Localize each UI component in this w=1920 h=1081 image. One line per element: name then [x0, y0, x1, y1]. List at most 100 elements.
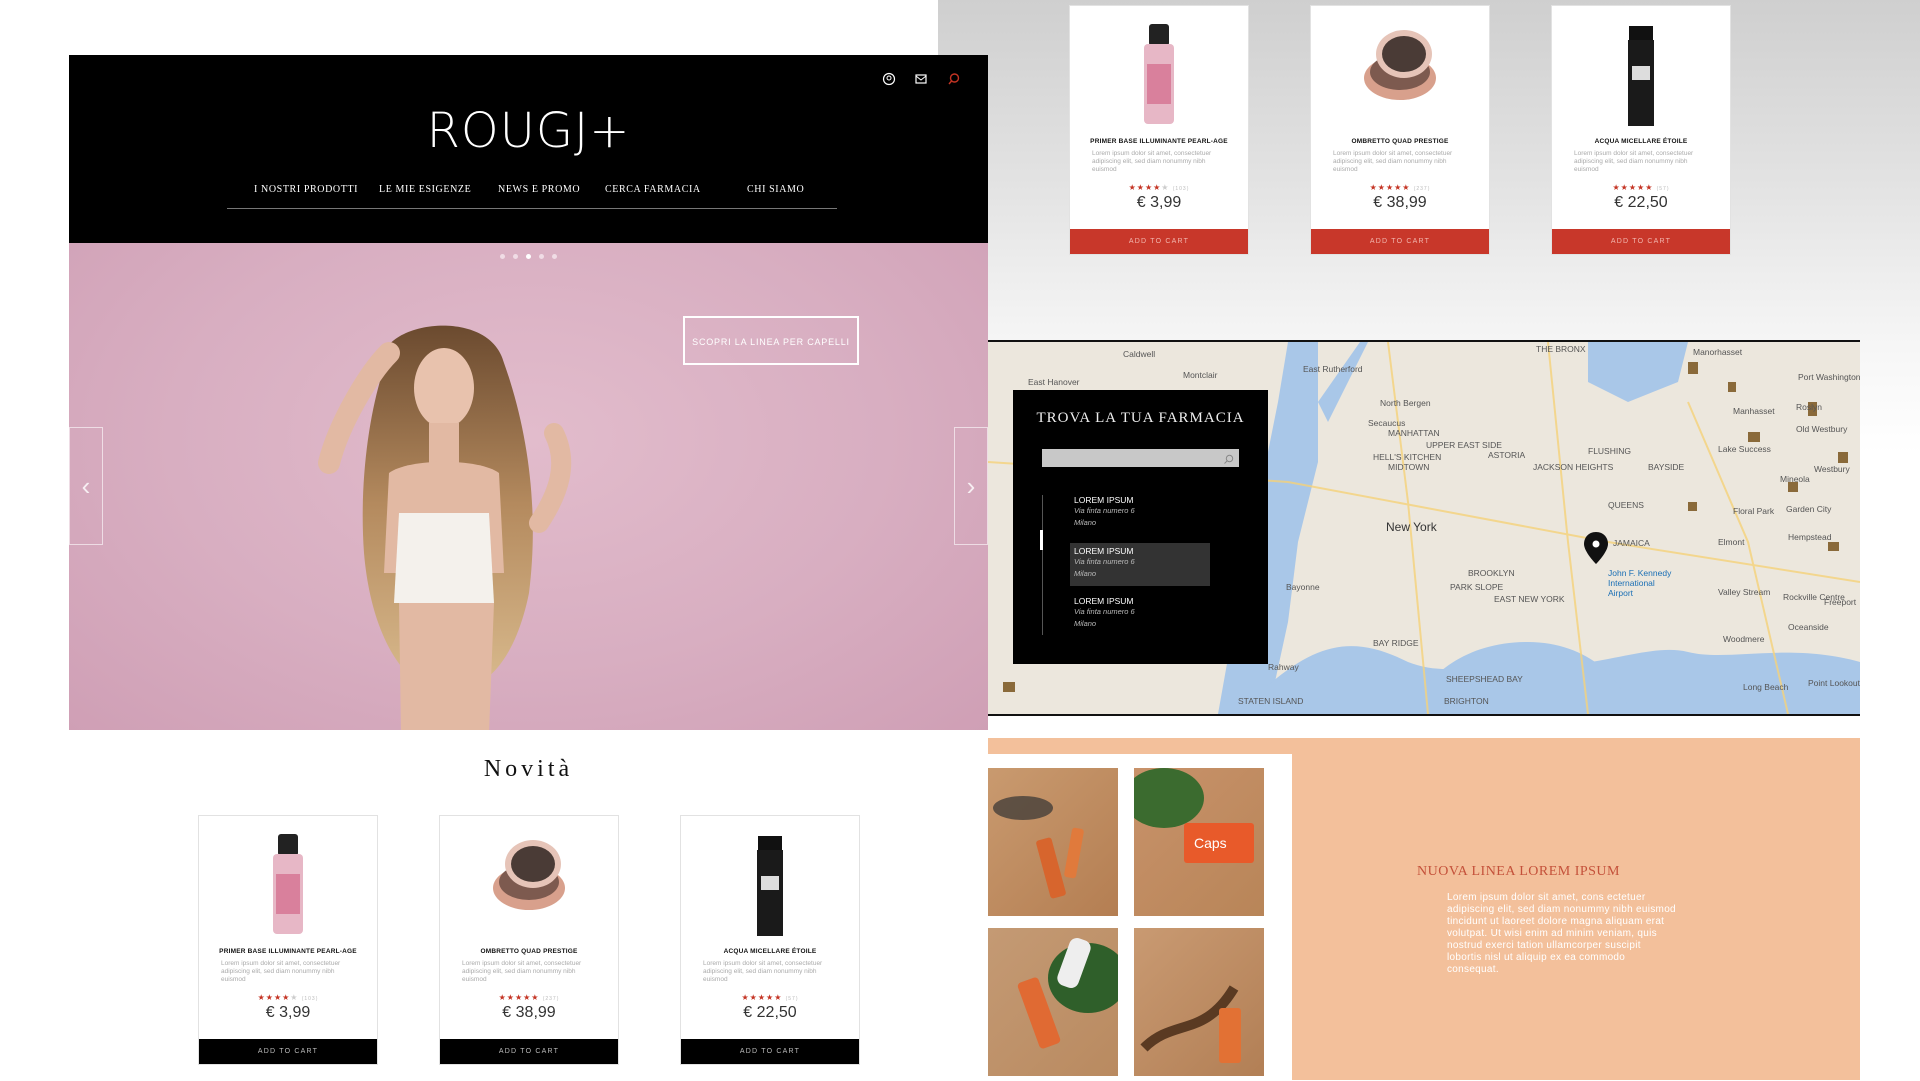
slider-dot[interactable] [552, 254, 557, 259]
product-card[interactable]: ACQUA MICELLARE ÉTOILE Lorem ipsum dolor… [1551, 5, 1731, 255]
nav-item-news[interactable]: NEWS E PROMO [498, 184, 580, 195]
map-label: Hempstead [1788, 532, 1832, 542]
map-label: ASTORIA [1488, 450, 1526, 460]
rating-count: (57) [785, 996, 799, 1002]
map-label: SHEEPSHEAD BAY [1446, 674, 1523, 684]
product-rating: ★★★★★ (237) [1369, 183, 1431, 192]
pharmacy-list-item[interactable]: LOREM IPSUM Via finta numero 6 Milano [1070, 593, 1210, 636]
slider-dot[interactable] [513, 254, 518, 259]
rating-count: (103) [1172, 186, 1190, 192]
search-icon[interactable] [1223, 452, 1234, 470]
product-name: PRIMER BASE ILLUMINANTE PEARL-AGE [219, 948, 357, 955]
product-card[interactable]: ACQUA MICELLARE ÉTOILE Lorem ipsum dolor… [680, 815, 860, 1065]
map-label: Mineola [1780, 474, 1810, 484]
map-label: Secaucus [1368, 418, 1406, 428]
product-description: Lorem ipsum dolor sit amet, consectetuer… [703, 960, 823, 983]
product-image-eyeshadow [1364, 30, 1436, 100]
map-label: UPPER EAST SIDE [1426, 440, 1502, 450]
pharmacy-finder-panel: TROVA LA TUA FARMACIA LOREM IPSUM Via fi… [1013, 390, 1268, 664]
cart-icon[interactable] [914, 72, 928, 86]
rating-count: (57) [1656, 186, 1670, 192]
map-label: Elmont [1718, 537, 1745, 547]
main-nav: I NOSTRI PRODOTTI LE MIE ESIGENZE NEWS E… [227, 184, 837, 209]
map-label: East Hanover [1028, 377, 1080, 387]
add-to-cart-button[interactable]: ADD TO CART [440, 1039, 618, 1064]
map-label: Garden City [1786, 504, 1832, 514]
hero-cta-button[interactable]: SCOPRI LA LINEA PER CAPELLI [683, 316, 859, 365]
nav-item-needs[interactable]: LE MIE ESIGENZE [379, 184, 471, 195]
slider-dot[interactable] [539, 254, 544, 259]
nav-item-about[interactable]: CHI SIAMO [747, 184, 804, 195]
pharmacy-list-item-selected[interactable]: LOREM IPSUM Via finta numero 6 Milano [1070, 543, 1210, 586]
product-rating: ★★★★★ (57) [741, 993, 799, 1002]
nav-item-pharmacy[interactable]: CERCA FARMACIA [605, 184, 701, 195]
product-price: € 22,50 [1614, 194, 1668, 211]
product-description: Lorem ipsum dolor sit amet, consectetuer… [462, 960, 582, 983]
add-to-cart-button[interactable]: ADD TO CART [1552, 229, 1730, 254]
map-label: Rahway [1268, 662, 1299, 672]
map-label: FLUSHING [1588, 446, 1631, 456]
svg-text:Caps: Caps [1194, 835, 1227, 851]
pharmacy-list-item[interactable]: LOREM IPSUM Via finta numero 6 Milano [1070, 492, 1210, 535]
map-label: Lake Success [1718, 444, 1771, 454]
list-scrollbar-thumb[interactable] [1040, 530, 1043, 550]
promo-photo [988, 928, 1128, 1076]
pharmacy-city: Milano [1074, 619, 1097, 628]
map-label: Valley Stream [1718, 587, 1771, 597]
product-card[interactable]: PRIMER BASE ILLUMINANTE PEARL-AGE Lorem … [198, 815, 378, 1065]
pharmacy-name: LOREM IPSUM [1074, 495, 1134, 505]
site-header: ROUGJ+ I NOSTRI PRODOTTI LE MIE ESIGENZE… [69, 55, 988, 243]
promo-photo [1134, 928, 1264, 1076]
product-rating: ★★★★★ (103) [1128, 183, 1190, 192]
map-label: Old Westbury [1796, 424, 1848, 434]
product-rating: ★★★★★ (103) [257, 993, 319, 1002]
map-label: MANHATTAN [1388, 428, 1440, 438]
map-label: STATEN ISLAND [1238, 696, 1304, 706]
map-label: New York [1386, 520, 1437, 534]
promo-photo-grid: Caps [988, 754, 1292, 1080]
map-label: Woodmere [1723, 634, 1765, 644]
search-icon[interactable] [947, 72, 961, 86]
product-image-micellar [1628, 26, 1654, 126]
add-to-cart-button[interactable]: ADD TO CART [1311, 229, 1489, 254]
pharmacy-search-input[interactable] [1042, 449, 1239, 467]
rating-count: (237) [542, 996, 560, 1002]
map-label: JAMAICA [1613, 538, 1650, 548]
slider-prev-button[interactable]: ‹ [69, 427, 103, 545]
user-icon[interactable] [882, 72, 896, 86]
promo-text: Lorem ipsum dolor sit amet, cons ectetue… [1447, 892, 1676, 975]
pharmacy-name: LOREM IPSUM [1074, 546, 1134, 556]
nav-item-products[interactable]: I NOSTRI PRODOTTI [254, 184, 358, 195]
product-name: PRIMER BASE ILLUMINANTE PEARL-AGE [1090, 138, 1228, 145]
pharmacy-address: Via finta numero 6 [1074, 557, 1135, 566]
product-name: OMBRETTO QUAD PRESTIGE [480, 948, 578, 955]
add-to-cart-button[interactable]: ADD TO CART [1070, 229, 1248, 254]
product-card[interactable]: OMBRETTO QUAD PRESTIGE Lorem ipsum dolor… [439, 815, 619, 1065]
map-label: Roslyn [1796, 402, 1822, 412]
product-image-primer [273, 834, 303, 934]
map-label: Freeport [1824, 597, 1857, 607]
promo-photo: Caps [1124, 768, 1264, 916]
product-card[interactable]: OMBRETTO QUAD PRESTIGE Lorem ipsum dolor… [1310, 5, 1490, 255]
brand-logo[interactable]: ROUGJ+ [69, 103, 988, 159]
slider-dot[interactable] [500, 254, 505, 259]
list-scrollbar-track[interactable] [1042, 495, 1043, 635]
pharmacy-finder-title: TROVA LA TUA FARMACIA [1036, 410, 1245, 426]
slider-next-button[interactable]: › [954, 427, 988, 545]
product-description: Lorem ipsum dolor sit amet, consectetuer… [1574, 150, 1694, 173]
product-image-micellar [757, 836, 783, 936]
rating-count: (103) [301, 996, 319, 1002]
map-label: BAYSIDE [1648, 462, 1685, 472]
map-label: Point Lookout [1808, 678, 1860, 688]
hero-banner: SCOPRI LA LINEA PER CAPELLI ‹ › [69, 243, 988, 730]
slider-dot-active[interactable] [526, 254, 531, 259]
rating-count: (237) [1413, 186, 1431, 192]
add-to-cart-button[interactable]: ADD TO CART [681, 1039, 859, 1064]
product-price: € 3,99 [1136, 194, 1182, 211]
product-rating: ★★★★★ (57) [1612, 183, 1670, 192]
product-card[interactable]: PRIMER BASE ILLUMINANTE PEARL-AGE Lorem … [1069, 5, 1249, 255]
pharmacy-name: LOREM IPSUM [1074, 596, 1134, 606]
pharmacy-address: Via finta numero 6 [1074, 607, 1135, 616]
map-label: BRIGHTON [1444, 696, 1489, 706]
add-to-cart-button[interactable]: ADD TO CART [199, 1039, 377, 1064]
